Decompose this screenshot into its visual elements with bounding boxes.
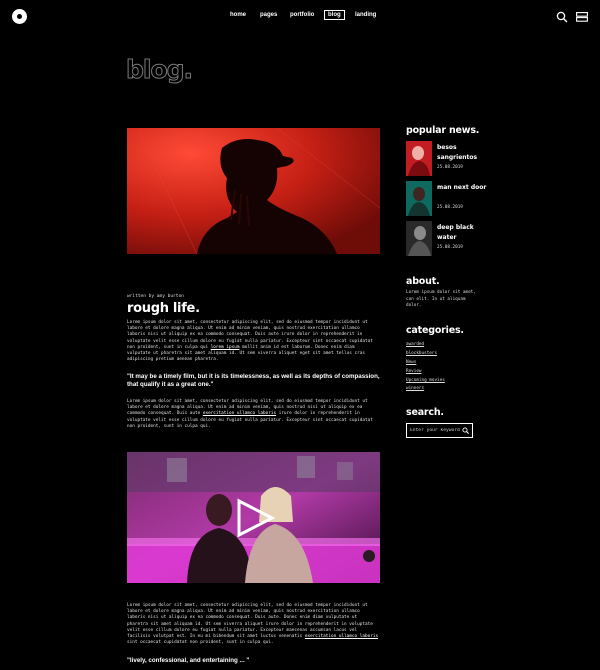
about-heading: about. <box>406 276 440 287</box>
news-item[interactable]: besos sangrientos 25.08.2019 <box>406 141 486 176</box>
post-quote: "It may be a timely film, but it is its … <box>127 373 380 388</box>
search-icon[interactable] <box>462 427 469 434</box>
nav-portfolio[interactable]: portfolio <box>290 12 314 18</box>
inline-link[interactable]: lorem ipsum <box>211 345 240 350</box>
category-link[interactable]: winners <box>406 385 445 394</box>
news-date: 25.08.2019 <box>437 245 463 250</box>
about-text: Lorem ipsum dolor sit amet, con elit. In… <box>406 290 476 308</box>
categories-list: awarded blockbusters News Review Upcomin… <box>406 341 445 394</box>
news-item[interactable]: deep black water 25.08.2019 <box>406 221 486 256</box>
popular-news-heading: popular news. <box>406 125 480 136</box>
inline-link[interactable]: exercitation ullamco laboris <box>305 634 378 639</box>
menu-icon[interactable] <box>576 12 588 22</box>
news-item[interactable]: man next door 25.08.2019 <box>406 181 486 216</box>
post-paragraph: Lorem ipsum dolor sit amet, consectetur … <box>127 603 379 646</box>
search-heading: search. <box>406 407 444 418</box>
post-paragraph: Lorem ipsum dolor sit amet, consectetur … <box>127 399 373 429</box>
logo-icon[interactable] <box>12 9 27 24</box>
category-link[interactable]: awarded <box>406 341 445 350</box>
post-title[interactable]: rough life. <box>127 301 200 316</box>
post-byline: written by amy burton <box>127 294 184 299</box>
category-link[interactable]: blockbusters <box>406 350 445 359</box>
post-paragraph: Lorem ipsum dolor sit amet, consectetur … <box>127 320 373 363</box>
nav-blog[interactable]: blog <box>324 10 345 20</box>
category-link[interactable]: News <box>406 359 445 368</box>
search-icon[interactable] <box>556 11 568 23</box>
inline-link[interactable]: exercitation ullamco laboris <box>203 411 276 416</box>
nav-home[interactable]: home <box>230 12 246 18</box>
search-input[interactable] <box>410 428 462 433</box>
news-date: 25.08.2019 <box>437 205 463 210</box>
post-video[interactable] <box>127 452 380 583</box>
news-title[interactable]: besos sangrientos <box>437 143 487 162</box>
news-title[interactable]: man next door <box>437 183 487 193</box>
page-title: blog. <box>125 55 193 85</box>
post-featured-image[interactable] <box>127 128 380 254</box>
news-thumbnail[interactable] <box>406 141 432 176</box>
nav-pages[interactable]: pages <box>260 12 277 18</box>
categories-heading: categories. <box>406 325 464 336</box>
news-title[interactable]: deep black water <box>437 223 487 242</box>
news-thumbnail[interactable] <box>406 181 432 216</box>
category-link[interactable]: Upcoming movies <box>406 377 445 386</box>
news-thumbnail[interactable] <box>406 221 432 256</box>
play-icon[interactable] <box>234 498 276 538</box>
nav-landing[interactable]: landing <box>355 12 376 18</box>
post-quote: "lively, confessional, and entertaining … <box>127 657 250 664</box>
category-link[interactable]: Review <box>406 368 445 377</box>
news-date: 25.08.2019 <box>437 165 463 170</box>
sidebar-search <box>406 423 473 438</box>
